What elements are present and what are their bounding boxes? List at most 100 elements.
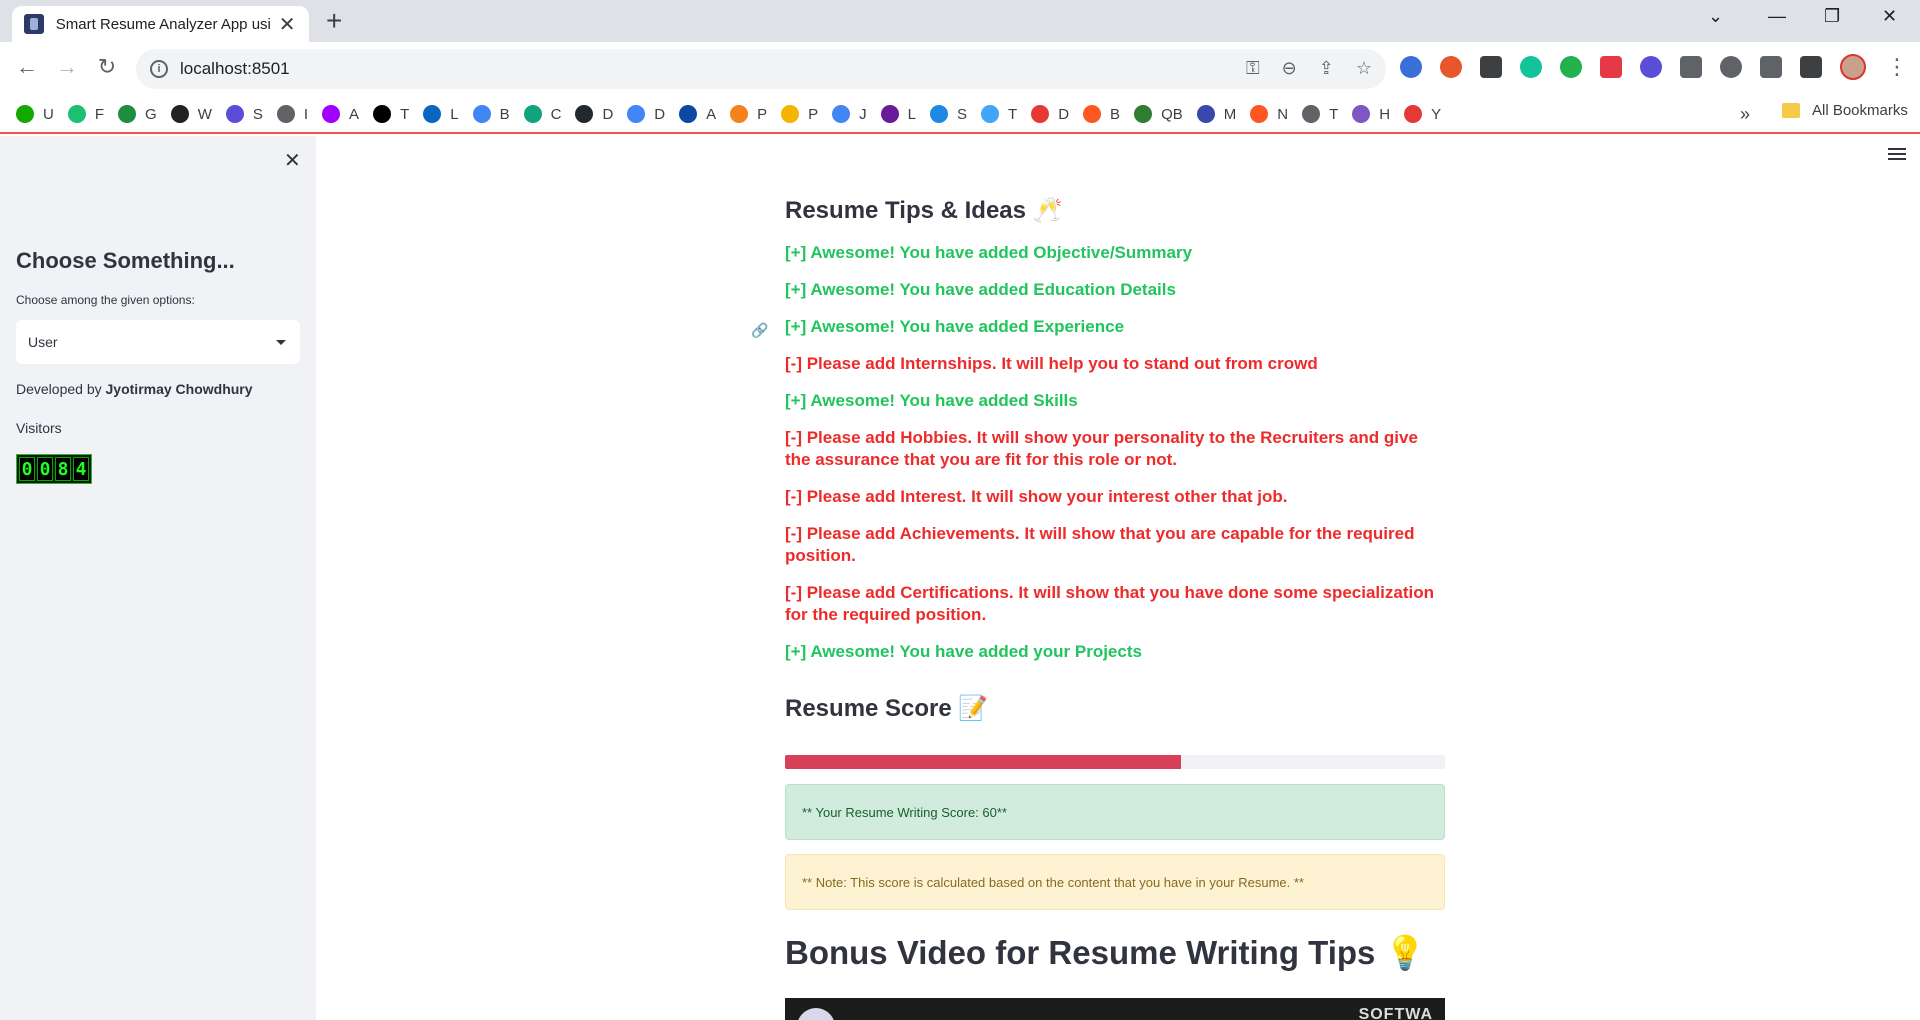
bookmark-label: P <box>808 105 819 123</box>
bookmark-item[interactable]: H <box>1352 105 1390 123</box>
bookmark-label: A <box>349 105 360 123</box>
counter-digit: 4 <box>73 457 89 481</box>
star-icon[interactable]: ☆ <box>1356 58 1372 79</box>
score-progress-fill <box>785 755 1181 769</box>
mode-select[interactable]: User <box>16 320 300 364</box>
channel-avatar[interactable] <box>797 1008 835 1020</box>
sidebar-close-icon[interactable]: ✕ <box>284 148 301 173</box>
extension-m-icon[interactable] <box>1560 56 1582 78</box>
window-close-icon[interactable]: ✕ <box>1882 6 1897 27</box>
extension-cal-icon[interactable] <box>1600 56 1622 78</box>
bookmark-item[interactable]: L <box>880 105 916 123</box>
browser-menu-icon[interactable]: ⋮ <box>1886 54 1908 80</box>
bookmark-item[interactable]: L <box>423 105 459 123</box>
tips-heading: Resume Tips & Ideas 🥂 <box>785 197 1063 224</box>
key-icon[interactable]: ⚿ <box>1246 58 1260 79</box>
profile-avatar[interactable] <box>1840 54 1866 80</box>
bookmark-item[interactable]: W <box>170 105 212 123</box>
bookmark-item[interactable]: U <box>16 105 54 123</box>
downloads-icon[interactable] <box>1760 56 1782 78</box>
extension-1-icon[interactable] <box>1400 56 1422 78</box>
bookmark-item[interactable]: J <box>832 105 867 123</box>
minimize-icon[interactable]: — <box>1768 6 1786 27</box>
bookmark-label: U <box>43 105 54 123</box>
bookmarks-overflow-icon[interactable]: » <box>1740 104 1750 125</box>
bookmark-label: B <box>499 105 510 123</box>
extension-2-icon[interactable] <box>1440 56 1462 78</box>
caret-down-icon <box>276 340 286 345</box>
bookmark-label: W <box>197 105 212 123</box>
back-icon[interactable]: ← <box>12 54 42 80</box>
tip-success: [+] Awesome! You have added Experience <box>785 317 1125 336</box>
score-heading: Resume Score 📝 <box>785 695 989 722</box>
sidebar-title: Choose Something... <box>16 248 235 273</box>
bookmark-item[interactable]: S <box>930 105 967 123</box>
bookmark-item[interactable]: B <box>472 105 510 123</box>
select-label: Choose among the given options: <box>16 293 195 307</box>
bookmark-item[interactable]: D <box>575 105 613 123</box>
tip-missing: [-] Please add Hobbies. It will show you… <box>785 428 1418 469</box>
visitor-counter: 0 0 8 4 <box>16 454 92 484</box>
bookmark-label: Y <box>1431 105 1442 123</box>
bookmark-item[interactable]: N <box>1250 105 1288 123</box>
bookmark-label: T <box>400 105 410 123</box>
bookmark-item[interactable]: M <box>1196 105 1237 123</box>
address-bar[interactable]: i localhost:8501 ⚿ ⊖ ⇪ ☆ <box>136 49 1386 89</box>
bookmark-item[interactable]: I <box>276 105 308 123</box>
selenium-extension-icon[interactable] <box>1480 56 1502 78</box>
grammarly-extension-icon[interactable] <box>1520 56 1542 78</box>
main-content: Resume Tips & Ideas 🥂 🔗 [+] Awesome! You… <box>316 136 1920 1020</box>
github-icon <box>575 105 594 123</box>
bookmark-label: S <box>252 105 263 123</box>
forward-icon[interactable]: → <box>52 54 82 80</box>
docs-icon <box>627 105 646 123</box>
bookmark-item[interactable]: A <box>322 105 359 123</box>
blogger-icon <box>1083 105 1102 123</box>
bookmark-item[interactable]: C <box>523 105 562 123</box>
bookmark-item[interactable]: G <box>118 105 157 123</box>
bookmark-label: M <box>1223 105 1237 123</box>
x-icon <box>373 105 392 123</box>
site-info-icon[interactable]: i <box>150 60 168 78</box>
bookmark-item[interactable]: D <box>627 105 665 123</box>
browser-tab[interactable]: Smart Resume Analyzer App using ✕ <box>12 6 309 42</box>
bookmark-label: L <box>450 105 459 123</box>
bookmark-item[interactable]: B <box>1083 105 1120 123</box>
bookmark-item[interactable]: Y <box>1404 105 1441 123</box>
bookmark-label: C <box>550 105 562 123</box>
tips-list: [+] Awesome! You have added Objective/Su… <box>785 242 1445 678</box>
bookmark-item[interactable]: QB <box>1134 105 1183 123</box>
bookmark-item[interactable]: P <box>781 105 818 123</box>
restore-icon[interactable]: ❐ <box>1824 6 1840 27</box>
share-icon[interactable]: ⇪ <box>1319 58 1334 79</box>
url-text[interactable]: localhost:8501 <box>180 59 290 79</box>
bookmark-item[interactable]: D <box>1031 105 1069 123</box>
bookmark-item[interactable]: T <box>373 105 409 123</box>
visitors-label: Visitors <box>16 420 62 436</box>
bookmark-item[interactable]: T <box>1302 105 1338 123</box>
link-anchor-icon[interactable]: 🔗 <box>751 322 768 339</box>
tab-search-icon[interactable]: ⌄ <box>1708 6 1723 27</box>
all-bookmarks-button[interactable]: All Bookmarks <box>1782 102 1908 119</box>
performance-icon[interactable] <box>1720 56 1742 78</box>
close-tab-icon[interactable]: ✕ <box>277 12 297 37</box>
extension-s-icon[interactable] <box>1640 56 1662 78</box>
extensions-puzzle-icon[interactable] <box>1680 56 1702 78</box>
bookmark-item[interactable]: A <box>679 105 716 123</box>
side-panel-icon[interactable] <box>1800 56 1822 78</box>
new-tab-button[interactable]: + <box>326 6 342 36</box>
bookmark-item[interactable]: S <box>225 105 263 123</box>
cloud-icon <box>730 105 749 123</box>
tip-missing: [-] Please add Achievements. It will sho… <box>785 524 1415 565</box>
bookmark-label: T <box>1008 105 1018 123</box>
bookmark-item[interactable]: P <box>730 105 767 123</box>
sidebar: ✕ Choose Something... Choose among the g… <box>0 136 316 1020</box>
video-player[interactable]: SOFTWA <box>785 998 1445 1020</box>
zoom-icon[interactable]: ⊖ <box>1282 58 1297 79</box>
select-value: User <box>28 334 58 350</box>
bookmark-label: QB <box>1161 105 1183 123</box>
bookmark-item[interactable]: F <box>67 105 104 123</box>
reload-icon[interactable]: ↻ <box>92 54 122 80</box>
upwork-icon <box>16 105 34 123</box>
bookmark-item[interactable]: T <box>981 105 1017 123</box>
